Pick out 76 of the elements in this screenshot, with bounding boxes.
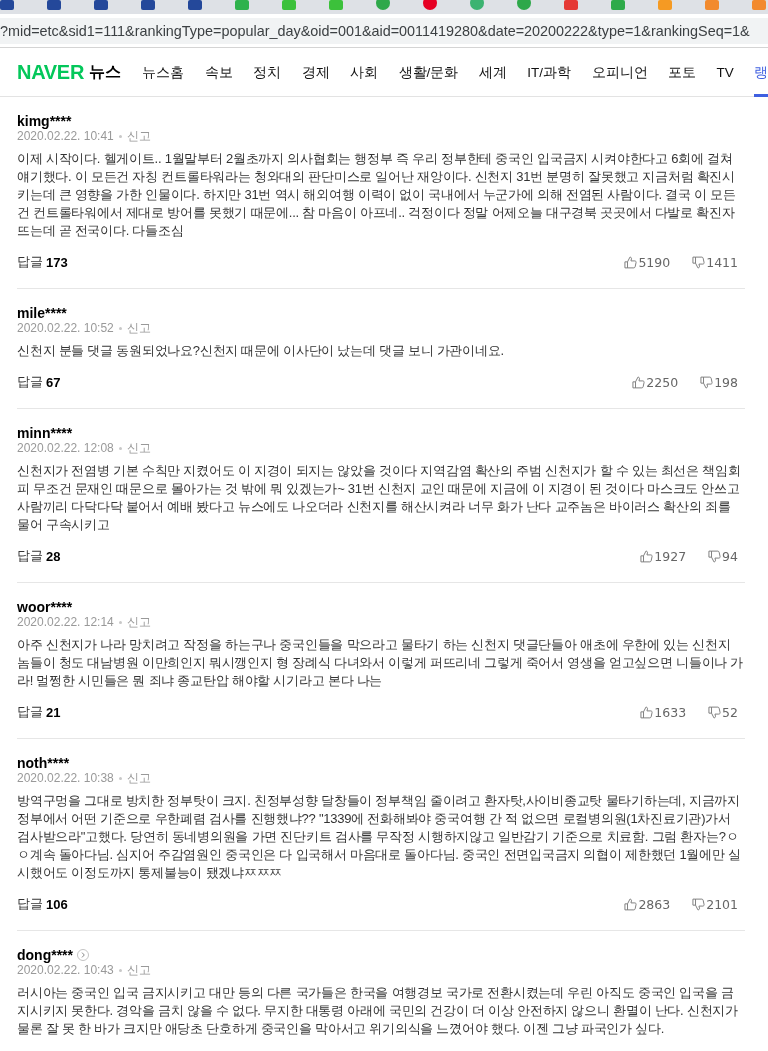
bookmark-icon[interactable]	[188, 0, 202, 10]
separator-dot-icon	[118, 134, 122, 138]
username[interactable]: mile****	[17, 305, 67, 321]
bookmark-icon[interactable]	[0, 0, 14, 10]
reply-button[interactable]: 답글 67	[17, 373, 61, 391]
dislike-button[interactable]: 198	[700, 374, 738, 390]
bookmark-icon[interactable]	[141, 0, 155, 10]
separator-dot-icon	[118, 968, 122, 972]
thumbs-down-icon	[708, 705, 722, 719]
separator-dot-icon	[118, 446, 122, 450]
reply-button[interactable]: 답글 106	[17, 895, 68, 913]
username[interactable]: kimg****	[17, 113, 72, 129]
nav-tab[interactable]: IT/과학	[527, 48, 572, 97]
reply-button[interactable]: 답글 173	[17, 253, 68, 271]
nav-tab[interactable]: 세계	[478, 48, 507, 97]
reply-button[interactable]: 답글 28	[17, 547, 61, 565]
nav-tab[interactable]: 속보	[204, 48, 233, 97]
username[interactable]: minn****	[17, 425, 73, 441]
bookmark-icon[interactable]	[94, 0, 108, 10]
dislike-button[interactable]: 1411	[692, 254, 738, 270]
like-button[interactable]: 2250	[632, 374, 679, 390]
like-button[interactable]: 1633	[640, 704, 687, 720]
comment-date: 2020.02.22. 10:52	[17, 321, 114, 335]
username[interactable]: dong****	[17, 947, 73, 963]
comment-date: 2020.02.22. 12:08	[17, 441, 114, 455]
like-button[interactable]: 1927	[640, 548, 687, 564]
dislike-button[interactable]: 2101	[692, 896, 738, 912]
thumbs-up-icon	[624, 897, 638, 911]
comment-text: 아주 신천지가 나라 망치려고 작정을 하는구나 중국인들을 막으라고 물타기 하는 신천지 댓글단들아 애초에 우한에 있는 신천지 놈들이 청도 대남병원 이만희인지 뭐시깽인지 형 장례식 다녀와서 이렇게 퍼뜨리네 그렇게 죽어서 영생을 얻고싶으면 니들이나 가라! 멀쩡한 시민들은 뭔 죄냐 종교탄압 해야할 시기라고 본다 나는	[17, 636, 745, 690]
section-title[interactable]: 뉴스	[89, 61, 122, 83]
nav-tab[interactable]: 생활/문화	[398, 48, 459, 97]
like-button[interactable]: 5190	[624, 254, 671, 270]
chevron-circle-icon[interactable]	[77, 949, 89, 961]
comment-text: 러시아는 중국인 입국 금지시키고 대만 등의 다른 국가들은 한국을 여행경보 국가로 전환시켰는데 우린 아직도 중국인 입국을 금지시키지 못한다. 경악을 금치 않을 수 없다. 무지한 대통령 아래에 국민의 건강이 더 이상 안전하지 않으니 환멸이 난다. 신천지가 물론 잘 못 한 바가 크지만 애당초 단호하게 중국인을 막아서고 위기의식을 느꼈어야 했다. 이젠 그냥 파국인가 싶다.	[17, 984, 739, 1038]
username[interactable]: woor****	[17, 599, 73, 615]
separator-dot-icon	[118, 776, 122, 780]
comment-date: 2020.02.22. 10:38	[17, 771, 114, 785]
nav-tab[interactable]: 포토	[668, 48, 697, 97]
nav-tab[interactable]: 오피니언	[591, 48, 648, 97]
address-bar[interactable]: ?mid=etc&sid1=111&rankingType=popular_day&oid=001&aid=0011419280&date=20200222&type=1&rankingSeq=1&	[0, 18, 768, 44]
nav-tab[interactable]: 정치	[253, 48, 282, 97]
dislike-button[interactable]: 94	[708, 548, 738, 564]
nav-tab[interactable]: TV	[716, 48, 734, 97]
nav-tab[interactable]: 경제	[301, 48, 330, 97]
comment-text: 신천지가 전염병 기본 수칙만 지켰어도 이 지경이 되지는 않았을 것이다 지역감염 확산의 주범 신천지가 할 수 있는 최선은 책임회피 무조건 문재인 때문으로 몰아가는 것 밖에 뭐 있겠는가~ 31번 신천지 교인 때문에 지금에 이 지경이 된 것이다 마스크도 안쓰고 사람끼리 다닥다닥 붙어서 예배 봤다고 뉴스에도 나오더라 신천지를 해산시켜라 너무 화가 난다 교주놈은 바이러스 확산의 죄를 물어 구속시키고	[17, 462, 742, 534]
nav-tab[interactable]: 랭	[754, 48, 768, 97]
bookmark-icon[interactable]	[517, 0, 531, 10]
nav-tab[interactable]: 사회	[350, 48, 379, 97]
bookmark-icon[interactable]	[611, 0, 625, 10]
thumbs-down-icon	[692, 255, 706, 269]
comment-date: 2020.02.22. 10:43	[17, 963, 114, 977]
separator-dot-icon	[118, 326, 122, 330]
thumbs-down-icon	[700, 375, 714, 389]
thumbs-up-icon	[624, 255, 638, 269]
username[interactable]: noth****	[17, 755, 70, 771]
comment-text: 방역구멍을 그대로 방치한 정부탓이 크지. 친정부성향 달창들이 정부책임 줄이려고 환자탓,사이비종교탓 물타기하는데, 지금까지 정부에서 어떤 기준으로 우한폐렴 검사를 진행했냐?? "1339에 전화해봐야 중국여행 간 적 없으면 로컬병의원(1차진료기관)가서 검사받으라"고했다. 당연히 동네병의원을 가면 진단키트 검사를 무작정 시행하지않고 일반감기 기준으로 치료함. 그럼 환자는?ㅇㅇ계속 돌아다님. 심지어 주감염원인 중국인은 다 입국해서 마음대로 돌아다님. 중국인 전면입국금지 의협이 제한했던 1월에만 실시했어도 이정도까지 통제불능이 됐겠냐ㅉㅉㅉ	[17, 792, 742, 882]
bookmark-icon[interactable]	[564, 0, 578, 10]
thumbs-up-icon	[632, 375, 646, 389]
thumbs-down-icon	[692, 897, 706, 911]
dislike-button[interactable]: 52	[708, 704, 738, 720]
comment-date: 2020.02.22. 12:14	[17, 615, 114, 629]
thumbs-up-icon	[640, 549, 654, 563]
thumbs-up-icon	[640, 705, 654, 719]
bookmark-icon[interactable]	[423, 0, 437, 10]
bookmark-icon[interactable]	[376, 0, 390, 10]
nav-tab[interactable]: 뉴스홈	[142, 48, 185, 97]
separator-dot-icon	[118, 620, 122, 624]
reply-button[interactable]: 답글 21	[17, 703, 61, 721]
like-button[interactable]: 2863	[624, 896, 671, 912]
bookmark-icon[interactable]	[47, 0, 61, 10]
comment-text: 이제 시작이다. 헬게이트.. 1월말부터 2월초까지 의사협회는 행정부 즉 우리 정부한테 중국인 입국금지 시켜야한다고 6회에 걸쳐 얘기했다. 이 모든건 자칭 컨트롤타워라는 청와대의 판단미스로 일어난 재앙이다. 신천지 31번 분명히 잘못했고 지금처럼 확진시키는데 큰 영향을 가한 인물이다. 하지만 31번 역시 해외여행 이력이 없이 국내에서 누군가에 의해 전염된 사람이다. 결국 이 모든건 컨트롤타워에서 제대로 방어를 못했기 때문에... 참 마음이 아프네.. 걱정이다 정말 어제오늘 대구경북 곳곳에서 다발로 확진자 뜨는데 곧 전국이다. 다들조심	[17, 150, 737, 240]
comment-text: 신천지 분들 댓글 동원되었나요?신천지 때문에 이사단이 났는데 댓글 보니 가관이네요.	[17, 342, 505, 360]
bookmark-icon[interactable]	[235, 0, 249, 10]
comment-date: 2020.02.22. 10:41	[17, 129, 114, 143]
thumbs-down-icon	[708, 549, 722, 563]
bookmark-icon[interactable]	[470, 0, 484, 10]
